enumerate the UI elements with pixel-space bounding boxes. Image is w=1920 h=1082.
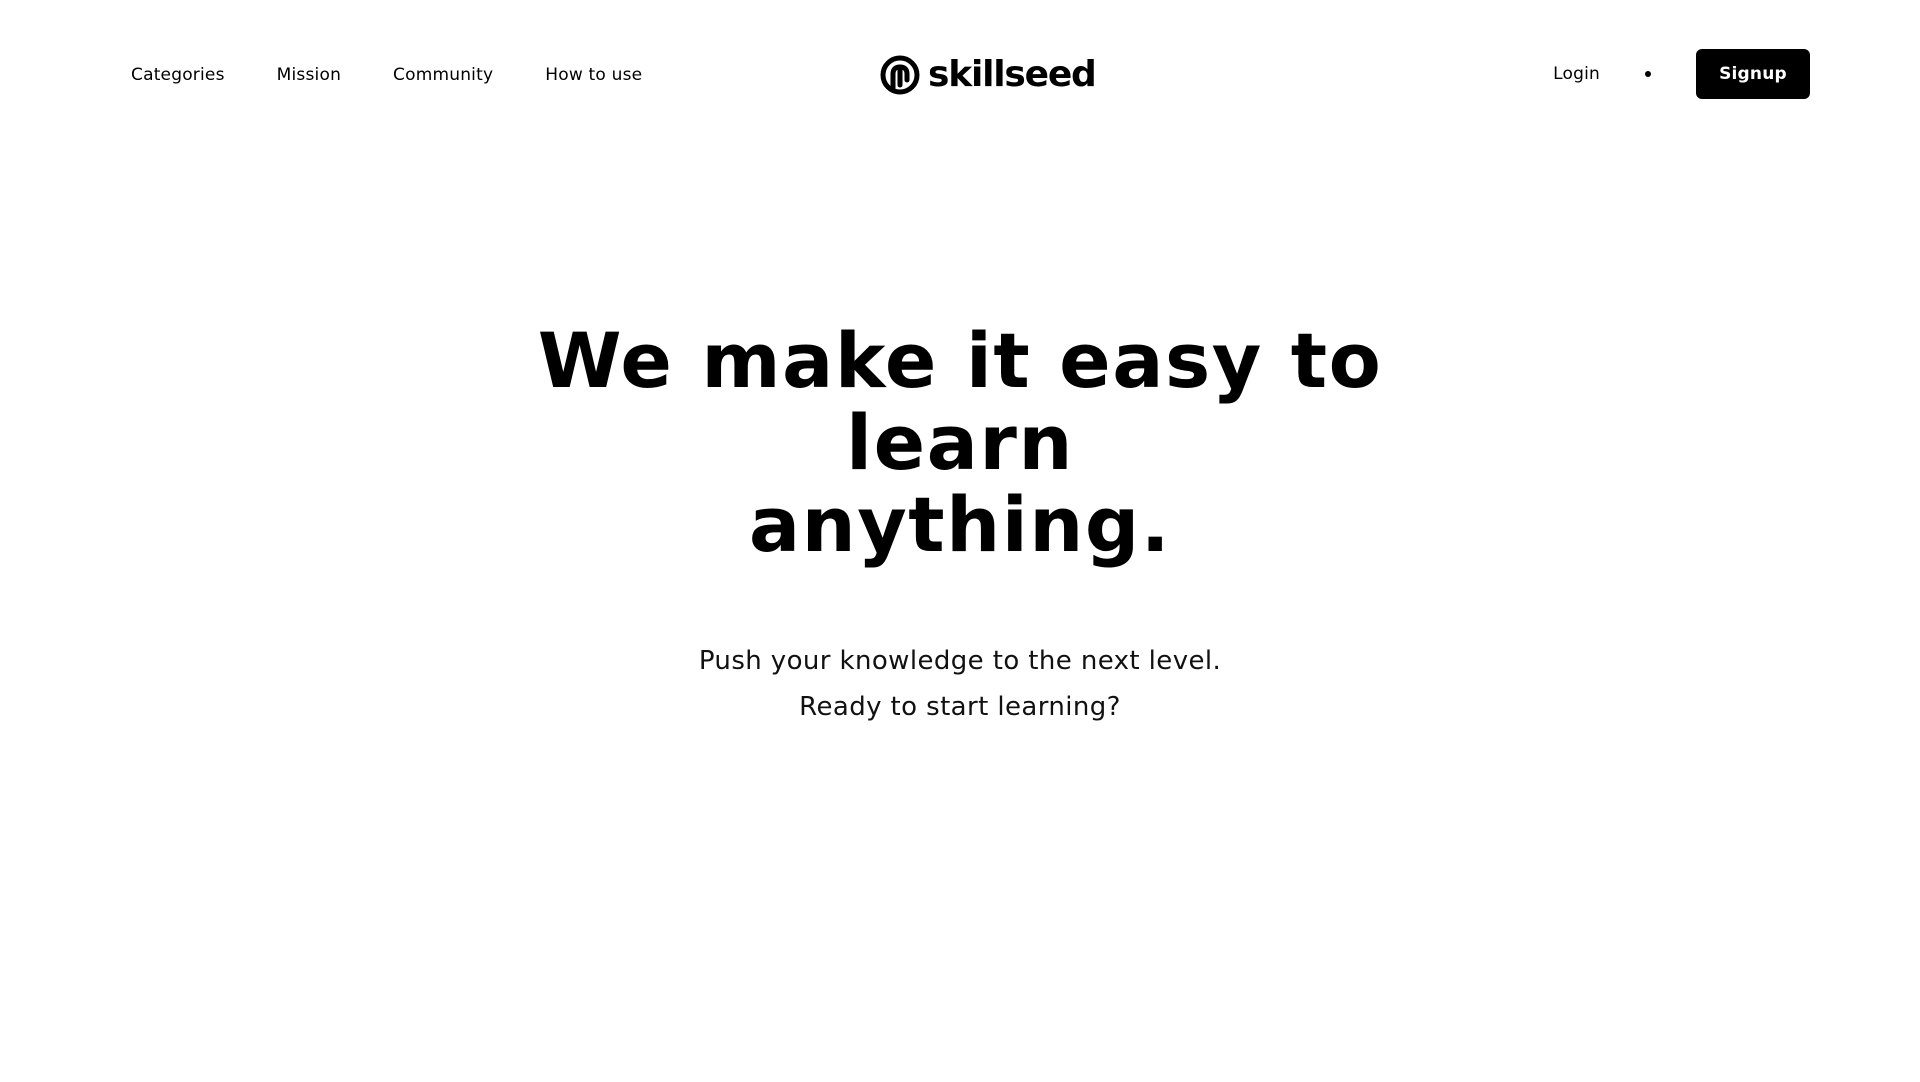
nav-link-how-to-use[interactable]: How to use — [545, 63, 642, 87]
login-link[interactable]: Login — [1553, 62, 1600, 86]
logo-wordmark: skillseed — [928, 54, 1097, 95]
nav-link-categories[interactable]: Categories — [131, 63, 225, 87]
nav-link-mission[interactable]: Mission — [277, 63, 341, 87]
signup-button[interactable]: Signup — [1696, 49, 1810, 99]
seed-logo-icon — [880, 55, 920, 95]
site-logo[interactable]: skillseed — [880, 52, 1097, 98]
separator-dot — [1645, 71, 1651, 77]
hero-section: We make it easy to learn anything. Push … — [0, 320, 1920, 730]
hero-subtitle-line-1: Push your knowledge to the next level. — [698, 646, 1222, 676]
main-nav: Categories Mission Community How to use — [131, 63, 642, 87]
hero-title: We make it easy to learn anything. — [410, 320, 1510, 566]
hero-title-line-1: We make it easy to learn — [537, 316, 1383, 487]
hero-subtitle-line-2: Ready to start learning? — [799, 692, 1121, 722]
nav-link-community[interactable]: Community — [393, 63, 493, 87]
hero-title-line-2: anything. — [748, 480, 1172, 569]
hero-subtitle: Push your knowledge to the next level. R… — [0, 638, 1920, 730]
auth-nav: Login Signup — [1553, 49, 1810, 99]
site-header: Categories Mission Community How to use … — [0, 0, 1920, 150]
